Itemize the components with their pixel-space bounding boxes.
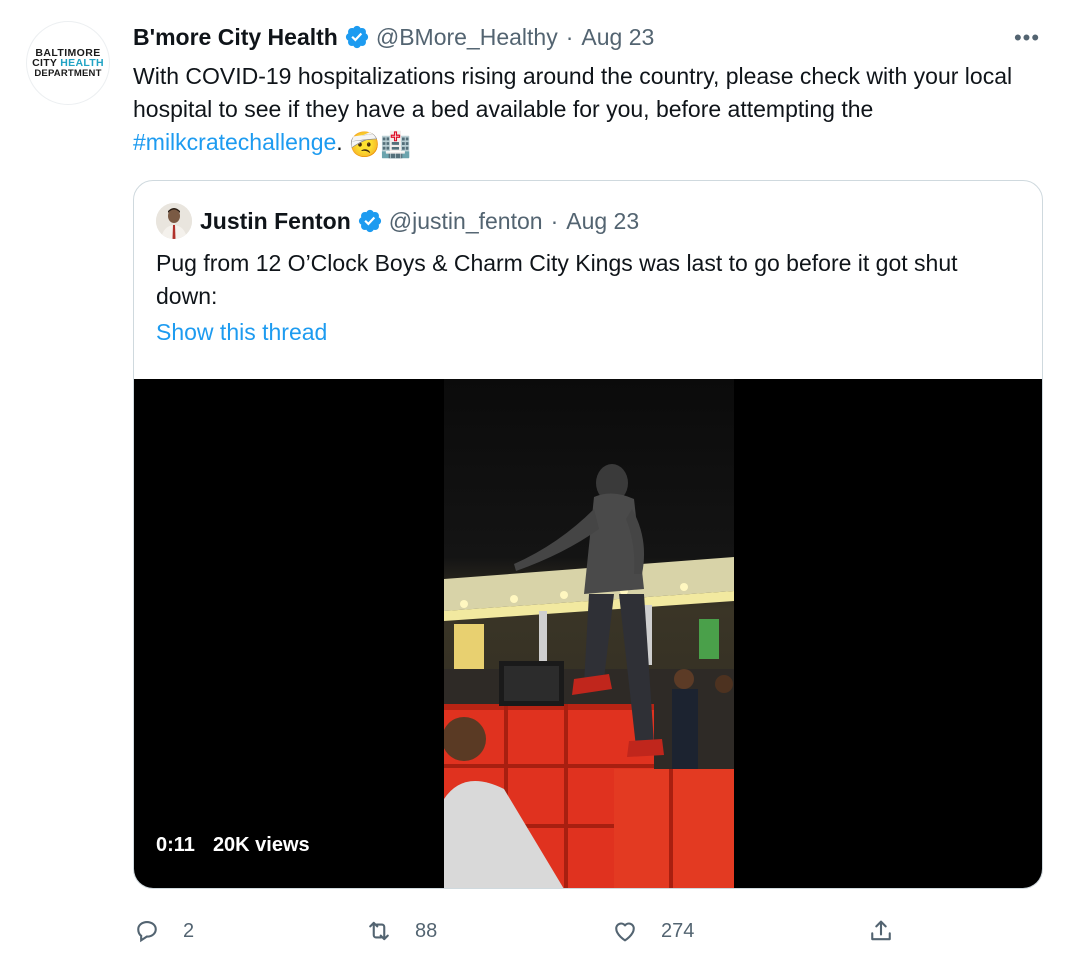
verified-badge-icon <box>345 25 368 49</box>
show-thread-link[interactable]: Show this thread <box>156 319 327 346</box>
reply-button[interactable]: 2 <box>133 911 194 951</box>
author-avatar[interactable]: BALTIMORE CITY HEALTH DEPARTMENT <box>26 21 110 105</box>
verified-badge-icon <box>358 209 381 233</box>
avatar-logo-line-3: DEPARTMENT <box>34 67 102 79</box>
retweet-icon <box>369 921 389 941</box>
quoted-tweet[interactable]: Justin Fenton @justin_fenton · Aug 23 Pu… <box>133 180 1043 889</box>
heart-icon <box>615 922 635 942</box>
tweet-text: With COVID-19 hospitalizations rising ar… <box>133 60 1033 162</box>
author-name[interactable]: B'more City Health <box>133 24 338 51</box>
reply-icon <box>137 920 157 943</box>
like-button[interactable]: 274 <box>611 911 694 951</box>
quoted-author-handle[interactable]: @justin_fenton <box>389 208 543 235</box>
retweet-button[interactable]: 88 <box>365 911 437 951</box>
video-duration: 0:11 <box>156 834 195 856</box>
tweet-text-main: With COVID-19 hospitalizations rising ar… <box>133 63 1013 122</box>
like-count: 274 <box>661 919 695 942</box>
more-options-icon[interactable]: ••• <box>1012 25 1042 50</box>
person-avatar-icon <box>156 203 192 239</box>
quoted-author-name[interactable]: Justin Fenton <box>200 208 351 235</box>
quoted-author-avatar[interactable] <box>156 203 192 239</box>
share-icon <box>871 920 891 941</box>
hashtag-link[interactable]: #milkcratechallenge <box>133 129 336 155</box>
video-views: 20K views <box>212 834 310 856</box>
retweet-count: 88 <box>415 919 438 942</box>
emoji-face-hospital: 🤕🏥 <box>349 131 412 159</box>
tweet-date[interactable]: Aug 23 <box>581 24 654 51</box>
quoted-tweet-text: Pug from 12 O’Clock Boys & Charm City Ki… <box>156 250 958 309</box>
tweet-actions: 2 88 274 <box>133 911 1043 951</box>
video-frame-image <box>444 379 734 888</box>
header-separator: · <box>565 23 574 50</box>
author-handle[interactable]: @BMore_Healthy <box>376 24 558 51</box>
video-overlay: 0:11 20K views <box>156 834 310 857</box>
share-button[interactable] <box>867 911 895 951</box>
reply-count: 2 <box>183 919 195 942</box>
tweet-header: B'more City Health @BMore_Healthy · Aug … <box>133 22 654 52</box>
quoted-tweet-header: Justin Fenton @justin_fenton · Aug 23 <box>200 205 639 237</box>
quoted-tweet-date[interactable]: Aug 23 <box>566 208 639 235</box>
quoted-header-separator: · <box>550 207 559 234</box>
video-player[interactable]: 0:11 20K views <box>134 379 1042 888</box>
tweet-text-tail: . <box>336 129 350 155</box>
